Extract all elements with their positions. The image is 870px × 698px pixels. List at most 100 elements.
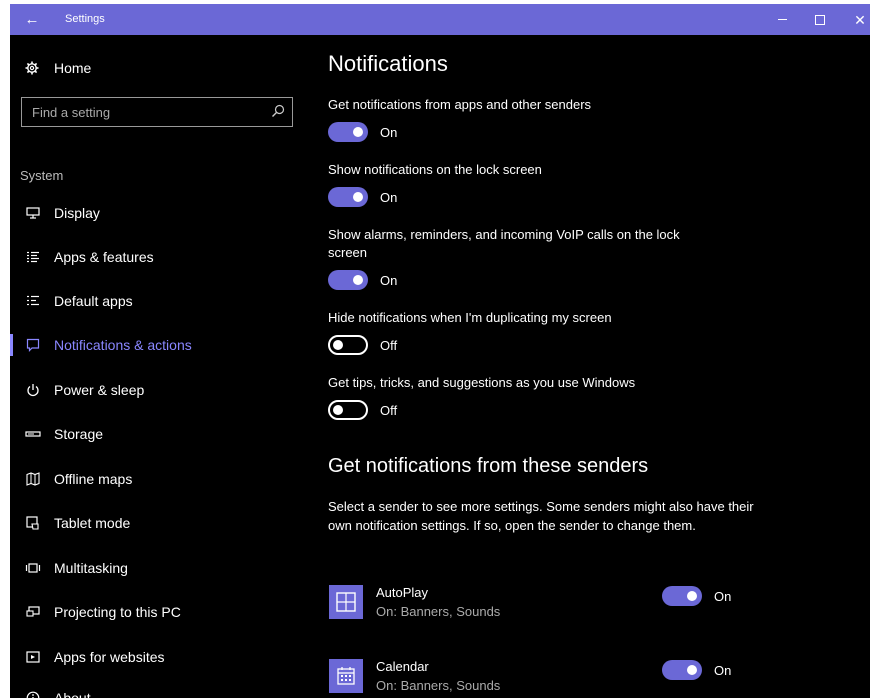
search-box (21, 97, 293, 127)
close-icon: ✕ (854, 11, 866, 28)
sender-calendar[interactable]: Calendar On: Banners, Sounds On (328, 659, 868, 698)
toggle-state: On (714, 662, 732, 678)
maximize-icon (815, 14, 825, 25)
sidebar-item-storage[interactable]: Storage (10, 414, 316, 454)
list-icon (23, 251, 43, 263)
tablet-icon (23, 516, 43, 530)
senders-title: Get notifications from these senders (328, 455, 649, 477)
minimize-icon (777, 19, 787, 20)
hide-when-duplicating-toggle[interactable]: Off (328, 335, 397, 355)
toggle-state: On (380, 124, 398, 140)
close-button[interactable]: ✕ (840, 4, 870, 35)
setting-label: Show alarms, reminders, and incoming VoI… (328, 227, 680, 260)
sidebar-item-label: Default apps (54, 293, 133, 309)
autoplay-icon (329, 585, 363, 619)
toggle-knob (687, 591, 697, 601)
toggle-state: On (380, 272, 398, 288)
sidebar-item-label: Multitasking (54, 560, 128, 576)
toggle-knob (353, 275, 363, 285)
toggle-switch[interactable] (662, 660, 702, 680)
sidebar-item-apps-for-websites[interactable]: Apps for websites (10, 637, 316, 677)
toggle-knob (353, 127, 363, 137)
toggle-switch[interactable] (328, 270, 368, 290)
toggle-state: Off (380, 337, 398, 353)
notification-icon (23, 338, 43, 352)
toggle-switch[interactable] (328, 400, 368, 420)
sidebar-item-projecting[interactable]: Projecting to this PC (10, 592, 316, 632)
sidebar-item-label: Notifications & actions (54, 337, 192, 353)
project-icon (23, 606, 43, 618)
sender-autoplay[interactable]: AutoPlay On: Banners, Sounds On (328, 585, 868, 625)
autoplay-toggle[interactable]: On (662, 586, 731, 606)
toggle-knob (333, 340, 343, 350)
toggle-switch[interactable] (328, 335, 368, 355)
toggle-knob (353, 192, 363, 202)
home-link[interactable]: Home (24, 60, 91, 76)
map-icon (23, 472, 43, 486)
toggle-switch[interactable] (662, 586, 702, 606)
setting-label: Show notifications on the lock screen (328, 162, 542, 177)
sidebar-item-label: About (54, 690, 91, 698)
sidebar-item-label: Offline maps (54, 471, 133, 487)
calendar-toggle[interactable]: On (662, 660, 731, 680)
setting-label: Hide notifications when I'm duplicating … (328, 310, 612, 325)
section-label: System (20, 168, 64, 183)
calendar-icon (329, 659, 363, 693)
setting-label: Get tips, tricks, and suggestions as you… (328, 375, 636, 390)
sidebar-item-label: Projecting to this PC (54, 604, 181, 620)
toggle-state: Off (380, 402, 398, 418)
sidebar-item-display[interactable]: Display (10, 193, 316, 233)
senders-description: Select a sender to see more settings. So… (328, 499, 754, 533)
toggle-knob (687, 665, 697, 675)
notifications-toggle[interactable]: On (328, 122, 397, 142)
sidebar-item-label: Storage (54, 426, 104, 442)
setting-label: Get notifications from apps and other se… (328, 97, 592, 112)
minimize-button[interactable] (762, 4, 802, 35)
toggle-switch[interactable] (328, 122, 368, 142)
maximize-button[interactable] (800, 4, 840, 35)
alarms-lock-screen-toggle[interactable]: On (328, 270, 397, 290)
tips-toggle[interactable]: Off (328, 400, 397, 420)
search-icon[interactable] (271, 104, 285, 123)
sender-name: Calendar (376, 659, 429, 674)
settings-window: ← Settings ✕ Home System Display Apps & … (10, 4, 870, 698)
sidebar-item-apps-features[interactable]: Apps & features (10, 237, 316, 277)
sidebar-item-offline-maps[interactable]: Offline maps (10, 459, 316, 499)
lock-screen-toggle[interactable]: On (328, 187, 397, 207)
sidebar-item-notifications[interactable]: Notifications & actions (10, 325, 316, 365)
sender-status: On: Banners, Sounds (376, 604, 501, 619)
monitor-icon (23, 207, 43, 219)
back-button[interactable]: ← (10, 4, 54, 35)
sidebar-item-label: Display (54, 205, 100, 221)
page-title: Notifications (328, 51, 448, 76)
title-bar: ← Settings ✕ (10, 4, 870, 35)
sender-name: AutoPlay (376, 585, 429, 600)
sender-status: On: Banners, Sounds (376, 678, 501, 693)
web-app-icon (23, 651, 43, 663)
sidebar-item-default-apps[interactable]: Default apps (10, 281, 316, 321)
default-list-icon (23, 295, 43, 307)
sidebar-item-multitasking[interactable]: Multitasking (10, 548, 316, 588)
gear-icon (24, 61, 40, 75)
sidebar-item-label: Apps & features (54, 249, 154, 265)
back-arrow-icon: ← (24, 11, 40, 28)
storage-icon (23, 430, 43, 438)
sidebar-item-label: Power & sleep (54, 382, 145, 398)
toggle-state: On (380, 189, 398, 205)
sidebar-item-label: Tablet mode (54, 515, 131, 531)
sidebar-item-tablet-mode[interactable]: Tablet mode (10, 503, 316, 543)
sidebar-item-power-sleep[interactable]: Power & sleep (10, 370, 316, 410)
home-label: Home (54, 60, 92, 76)
toggle-knob (333, 405, 343, 415)
sidebar-item-label: Apps for websites (54, 649, 165, 665)
multitask-icon (23, 563, 43, 573)
toggle-switch[interactable] (328, 187, 368, 207)
sidebar: Home System Display Apps & features Defa… (10, 35, 316, 698)
power-icon (23, 383, 43, 397)
sidebar-item-about[interactable]: About (10, 678, 316, 698)
main-content: Notifications Get notifications from app… (328, 35, 868, 698)
info-icon (23, 691, 43, 698)
toggle-state: On (714, 588, 732, 604)
search-input[interactable] (22, 98, 282, 126)
window-title: Settings (65, 13, 105, 25)
